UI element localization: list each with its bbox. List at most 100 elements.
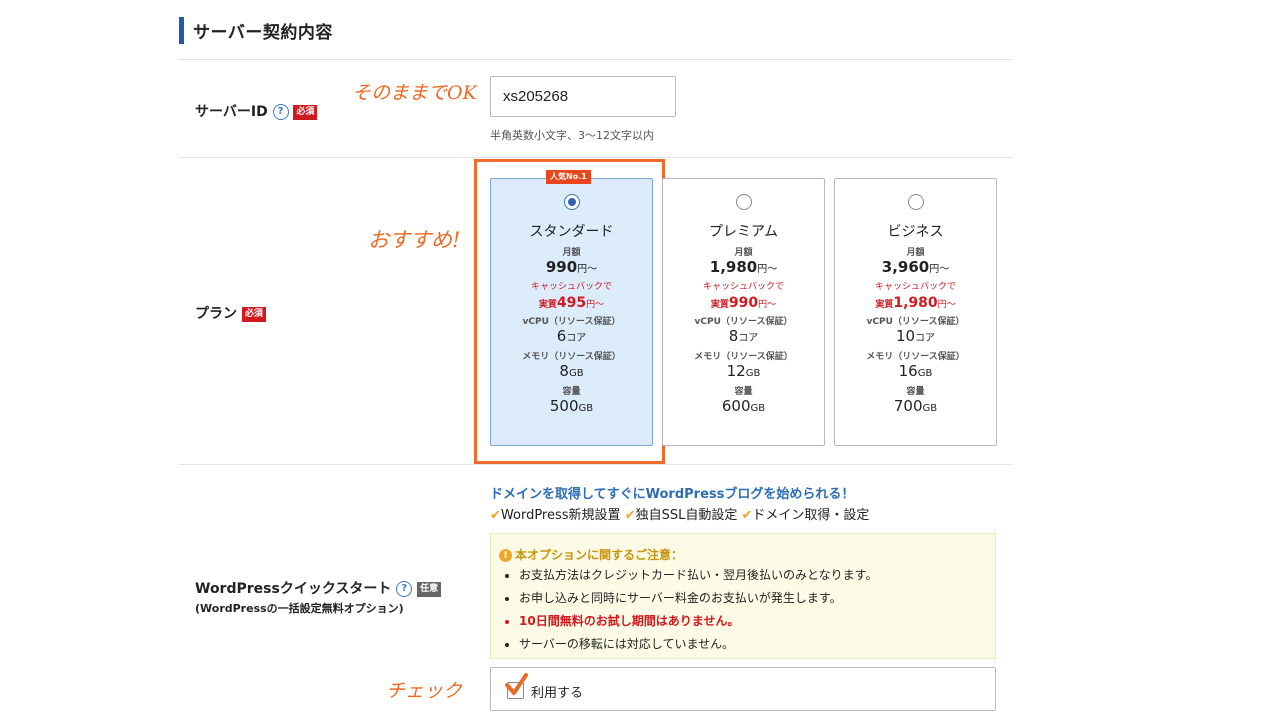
wordpress-label: WordPressクイックスタート — [195, 581, 392, 597]
notice-item: サーバーの移転には対応していません。 — [519, 633, 877, 656]
memory-label: メモリ（リソース保証） — [866, 352, 965, 362]
divider — [179, 59, 1012, 60]
vcpu-unit: コア — [566, 333, 587, 344]
memory-value: 12GB — [663, 362, 824, 380]
plan-radio-premium[interactable] — [735, 194, 752, 210]
actual-price: 実質495円〜 — [491, 292, 652, 311]
server-id-hint: 半角英数小文字、3〜12文字以内 — [490, 129, 654, 142]
actual-price: 実質990円〜 — [663, 292, 824, 311]
memory-value: 16GB — [835, 362, 996, 380]
monthly-label: 月額 — [562, 248, 581, 258]
vcpu-value: 8コア — [663, 327, 824, 345]
memory-unit: GB — [745, 368, 761, 379]
actual-price-value: 1,980 — [893, 295, 938, 311]
disk-value: 500GB — [491, 397, 652, 415]
plan-price: 1,980円〜 — [663, 258, 824, 276]
plan-radio-standard[interactable] — [563, 194, 580, 210]
notice-title-text: 本オプションに関するご注意： — [515, 548, 684, 562]
vcpu-number: 8 — [728, 327, 739, 345]
actual-price-unit: 円〜 — [758, 300, 777, 310]
plan-name: スタンダード — [529, 224, 614, 240]
monthly-label: 月額 — [734, 248, 753, 258]
cashback-label: キャッシュバックで — [530, 282, 612, 292]
required-badge: 必須 — [241, 306, 266, 322]
popular-badge: 人気No.1 — [546, 170, 591, 184]
cashback-label: キャッシュバックで — [874, 282, 956, 292]
memory-number: 12 — [726, 362, 746, 380]
vcpu-value: 10コア — [835, 327, 996, 345]
plan-name: ビジネス — [887, 224, 944, 240]
notice-item: お支払方法はクレジットカード払い・翌月後払いのみとなります。 — [519, 564, 877, 587]
price-value: 3,960 — [881, 258, 930, 276]
divider — [179, 464, 1012, 465]
disk-number: 700 — [893, 397, 923, 415]
vcpu-label: vCPU（リソース保証） — [522, 317, 621, 327]
actual-price-unit: 円〜 — [937, 300, 956, 310]
wordpress-features: ✔WordPress新規設置 ✔独自SSL自動設定 ✔ドメイン取得・設定 — [490, 504, 869, 523]
cashback-label: キャッシュバックで — [702, 282, 784, 292]
monthly-label: 月額 — [906, 248, 925, 258]
price-unit: 円〜 — [929, 264, 950, 275]
plan-label: プラン — [195, 306, 237, 322]
actual-price-unit: 円〜 — [586, 300, 605, 310]
section-title: サーバー契約内容 — [193, 23, 333, 43]
disk-value: 600GB — [663, 397, 824, 415]
notice-item: お申し込みと同時にサーバー料金のお支払いが発生します。 — [519, 587, 877, 610]
memory-unit: GB — [568, 368, 584, 379]
wordpress-sublabel: (WordPressの一括設定無料オプション) — [195, 602, 404, 615]
plan-price: 3,960円〜 — [835, 258, 996, 276]
disk-value: 700GB — [835, 397, 996, 415]
vcpu-value: 6コア — [491, 327, 652, 345]
disk-number: 600 — [721, 397, 751, 415]
annotation-recommend: おすすめ! — [368, 228, 461, 252]
plan-radio-business[interactable] — [907, 194, 924, 210]
check-icon: ✔ — [624, 508, 636, 523]
actual-price-value: 495 — [556, 295, 587, 311]
plan-card-standard[interactable]: スタンダード 月額 990円〜 キャッシュバックで 実質495円〜 vCPU（リ… — [490, 178, 653, 446]
feature-item: WordPress新規設置 — [500, 508, 621, 523]
price-unit: 円〜 — [757, 264, 778, 275]
disk-unit: GB — [922, 403, 938, 414]
memory-number: 8 — [559, 362, 569, 380]
plan-name: プレミアム — [708, 224, 779, 240]
memory-label: メモリ（リソース保証） — [694, 352, 793, 362]
wordpress-row-label: WordPressクイックスタート ? 任意 — [195, 578, 442, 598]
disk-unit: GB — [750, 403, 766, 414]
disk-label: 容量 — [906, 387, 925, 397]
annotation-ok: そのままでOK — [352, 82, 477, 104]
vcpu-unit: コア — [915, 333, 936, 344]
feature-item: ドメイン取得・設定 — [752, 508, 870, 523]
help-icon[interactable]: ? — [272, 104, 289, 120]
price-value: 1,980 — [709, 258, 758, 276]
notice-box: !本オプションに関するご注意： お支払方法はクレジットカード払い・翌月後払いのみ… — [490, 533, 996, 659]
disk-label: 容量 — [562, 387, 581, 397]
required-badge: 必須 — [293, 104, 318, 120]
actual-price-value: 990 — [728, 295, 759, 311]
feature-item: 独自SSL自動設定 — [635, 508, 738, 523]
disk-number: 500 — [549, 397, 579, 415]
server-id-input[interactable] — [490, 76, 676, 117]
actual-price: 実質1,980円〜 — [835, 292, 996, 311]
price-unit: 円〜 — [577, 264, 598, 275]
use-label: 利用する — [531, 686, 584, 701]
checkmark-icon — [505, 673, 528, 695]
memory-value: 8GB — [491, 362, 652, 380]
vcpu-label: vCPU（リソース保証） — [866, 317, 965, 327]
use-option-box[interactable]: 利用する — [490, 667, 996, 711]
actual-prefix: 実質 — [538, 300, 557, 310]
actual-prefix: 実質 — [710, 300, 729, 310]
server-id-label: サーバーID — [195, 104, 268, 120]
memory-unit: GB — [917, 368, 933, 379]
notice-title: ! 本オプションに関するご注意： — [499, 546, 683, 563]
server-id-row-label: サーバーID ? 必須 — [195, 101, 318, 121]
vcpu-label: vCPU（リソース保証） — [694, 317, 793, 327]
vcpu-number: 6 — [556, 327, 567, 345]
help-icon[interactable]: ? — [396, 581, 413, 597]
plan-card-premium[interactable]: プレミアム 月額 1,980円〜 キャッシュバックで 実質990円〜 vCPU（… — [662, 178, 825, 446]
notice-item-warning: 10日間無料のお試し期間はありません。 — [519, 610, 877, 633]
plan-card-business[interactable]: ビジネス 月額 3,960円〜 キャッシュバックで 実質1,980円〜 vCPU… — [834, 178, 997, 446]
plan-price: 990円〜 — [491, 258, 652, 276]
notice-list: お支払方法はクレジットカード払い・翌月後払いのみとなります。 お申し込みと同時に… — [505, 564, 877, 656]
memory-label: メモリ（リソース保証） — [522, 352, 621, 362]
vcpu-number: 10 — [895, 327, 916, 345]
